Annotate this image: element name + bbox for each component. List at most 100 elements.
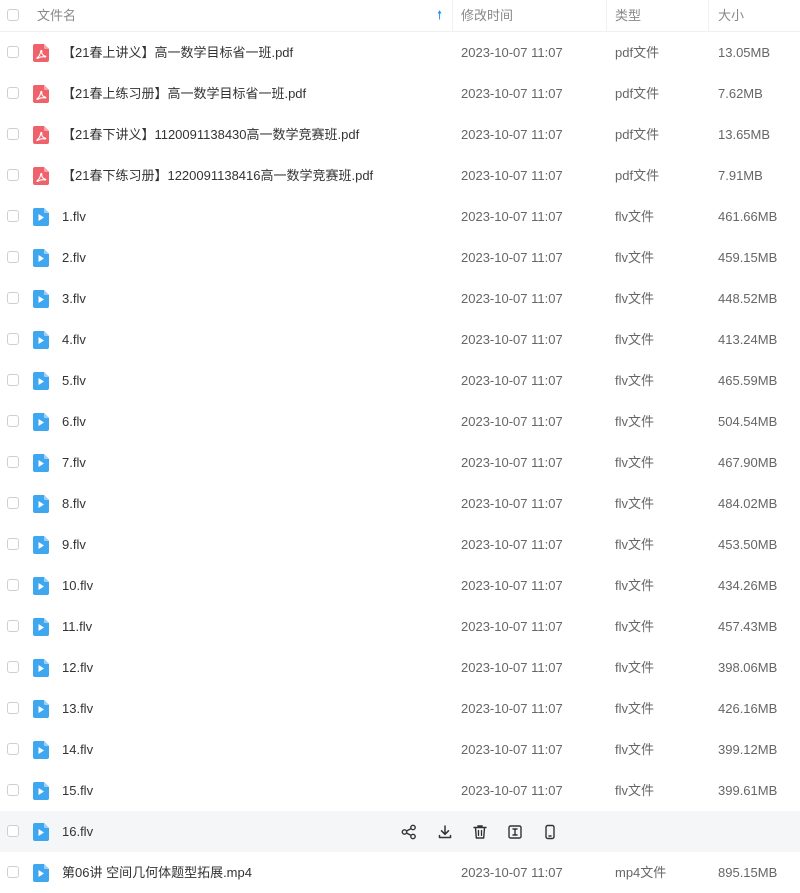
file-type: flv文件 xyxy=(615,619,655,634)
table-row[interactable]: 13.flv 2023-10-07 11:07 flv文件 426.16MB xyxy=(0,688,800,729)
row-checkbox[interactable] xyxy=(7,579,19,591)
file-size: 399.12MB xyxy=(718,742,778,757)
column-header-size[interactable]: 大小 xyxy=(718,0,744,31)
file-name[interactable]: 10.flv xyxy=(62,565,93,606)
pdf-file-icon xyxy=(33,85,49,103)
sort-ascending-arrow-icon[interactable]: 🠕 xyxy=(437,0,442,31)
table-row[interactable]: 9.flv 2023-10-07 11:07 flv文件 453.50MB xyxy=(0,524,800,565)
file-size: 459.15MB xyxy=(718,250,778,265)
video-file-icon xyxy=(33,331,49,349)
column-divider[interactable] xyxy=(452,0,453,31)
pdf-file-icon xyxy=(33,126,49,144)
table-row[interactable]: 11.flv 2023-10-07 11:07 flv文件 457.43MB xyxy=(0,606,800,647)
file-type: flv文件 xyxy=(615,332,655,347)
file-name[interactable]: 7.flv xyxy=(62,442,86,483)
row-checkbox[interactable] xyxy=(7,784,19,796)
file-name[interactable]: 【21春下讲义】1120091138430高一数学竞赛班.pdf xyxy=(62,114,359,155)
file-name[interactable]: 6.flv xyxy=(62,401,86,442)
pdf-file-icon xyxy=(33,167,49,185)
table-row[interactable]: 【21春下练习册】1220091138416高一数学竞赛班.pdf 2023-10… xyxy=(0,155,800,196)
table-row[interactable]: 4.flv 2023-10-07 11:07 flv文件 413.24MB xyxy=(0,319,800,360)
mobile-icon[interactable] xyxy=(541,823,559,841)
video-file-icon xyxy=(33,823,49,841)
file-type: flv文件 xyxy=(615,578,655,593)
table-row[interactable]: 【21春下讲义】1120091138430高一数学竞赛班.pdf 2023-10-… xyxy=(0,114,800,155)
file-size: 504.54MB xyxy=(718,414,778,429)
row-checkbox[interactable] xyxy=(7,743,19,755)
table-row[interactable]: 5.flv 2023-10-07 11:07 flv文件 465.59MB xyxy=(0,360,800,401)
table-row[interactable]: 10.flv 2023-10-07 11:07 flv文件 434.26MB xyxy=(0,565,800,606)
row-checkbox[interactable] xyxy=(7,866,19,878)
table-row[interactable]: 15.flv 2023-10-07 11:07 flv文件 399.61MB xyxy=(0,770,800,811)
file-name[interactable]: 13.flv xyxy=(62,688,93,729)
table-row[interactable]: 6.flv 2023-10-07 11:07 flv文件 504.54MB xyxy=(0,401,800,442)
column-header-name[interactable]: 文件名 xyxy=(37,0,76,31)
file-name[interactable]: 4.flv xyxy=(62,319,86,360)
file-mtime: 2023-10-07 11:07 xyxy=(461,619,563,634)
row-checkbox[interactable] xyxy=(7,456,19,468)
row-checkbox[interactable] xyxy=(7,620,19,632)
file-type: flv文件 xyxy=(615,414,655,429)
file-name[interactable]: 1.flv xyxy=(62,196,86,237)
rename-icon[interactable] xyxy=(506,823,524,841)
file-name[interactable]: 16.flv xyxy=(62,811,93,852)
row-checkbox[interactable] xyxy=(7,825,19,837)
table-row[interactable]: 7.flv 2023-10-07 11:07 flv文件 467.90MB xyxy=(0,442,800,483)
column-header-mtime[interactable]: 修改时间 xyxy=(461,0,513,31)
file-name[interactable]: 15.flv xyxy=(62,770,93,811)
share-icon[interactable] xyxy=(400,823,418,841)
table-row[interactable]: 12.flv 2023-10-07 11:07 flv文件 398.06MB xyxy=(0,647,800,688)
video-file-icon xyxy=(33,372,49,390)
table-row[interactable]: 第06讲 空间几何体题型拓展.mp4 2023-10-07 11:07 mp4文件 8… xyxy=(0,852,800,893)
pdf-file-icon xyxy=(33,44,49,62)
row-checkbox[interactable] xyxy=(7,87,19,99)
table-row[interactable]: 2.flv 2023-10-07 11:07 flv文件 459.15MB xyxy=(0,237,800,278)
download-icon[interactable] xyxy=(436,823,454,841)
table-row[interactable]: 【21春上讲义】高一数学目标省一班.pdf 2023-10-07 11:07 pdf… xyxy=(0,32,800,73)
video-file-icon xyxy=(33,495,49,513)
file-name[interactable]: 5.flv xyxy=(62,360,86,401)
delete-icon[interactable] xyxy=(471,823,489,841)
file-mtime: 2023-10-07 11:07 xyxy=(461,168,563,183)
row-checkbox[interactable] xyxy=(7,292,19,304)
row-checkbox[interactable] xyxy=(7,374,19,386)
file-mtime: 2023-10-07 11:07 xyxy=(461,496,563,511)
column-divider[interactable] xyxy=(708,0,709,31)
file-mtime: 2023-10-07 11:07 xyxy=(461,660,563,675)
table-row[interactable]: 14.flv 2023-10-07 11:07 flv文件 399.12MB xyxy=(0,729,800,770)
row-checkbox[interactable] xyxy=(7,210,19,222)
file-name[interactable]: 11.flv xyxy=(62,606,92,647)
file-name[interactable]: 3.flv xyxy=(62,278,86,319)
column-header-type[interactable]: 类型 xyxy=(615,0,641,31)
row-checkbox[interactable] xyxy=(7,661,19,673)
table-row[interactable]: 16.flv xyxy=(0,811,800,852)
row-checkbox[interactable] xyxy=(7,169,19,181)
file-name[interactable]: 【21春下练习册】1220091138416高一数学竞赛班.pdf xyxy=(62,155,373,196)
table-row[interactable]: 【21春上练习册】高一数学目标省一班.pdf 2023-10-07 11:07 pd… xyxy=(0,73,800,114)
row-checkbox[interactable] xyxy=(7,415,19,427)
file-type: flv文件 xyxy=(615,291,655,306)
file-name[interactable]: 第06讲 空间几何体题型拓展.mp4 xyxy=(62,852,252,893)
table-row[interactable]: 1.flv 2023-10-07 11:07 flv文件 461.66MB xyxy=(0,196,800,237)
row-checkbox[interactable] xyxy=(7,128,19,140)
row-checkbox[interactable] xyxy=(7,497,19,509)
file-name[interactable]: 12.flv xyxy=(62,647,93,688)
row-checkbox[interactable] xyxy=(7,46,19,58)
row-checkbox[interactable] xyxy=(7,702,19,714)
row-checkbox[interactable] xyxy=(7,538,19,550)
row-checkbox[interactable] xyxy=(7,251,19,263)
file-name[interactable]: 14.flv xyxy=(62,729,93,770)
column-divider[interactable] xyxy=(606,0,607,31)
table-row[interactable]: 8.flv 2023-10-07 11:07 flv文件 484.02MB xyxy=(0,483,800,524)
file-name[interactable]: 2.flv xyxy=(62,237,86,278)
file-name[interactable]: 【21春上练习册】高一数学目标省一班.pdf xyxy=(62,73,306,114)
table-row[interactable]: 3.flv 2023-10-07 11:07 flv文件 448.52MB xyxy=(0,278,800,319)
file-name[interactable]: 【21春上讲义】高一数学目标省一班.pdf xyxy=(62,32,293,73)
select-all-checkbox[interactable] xyxy=(7,9,19,21)
file-size: 457.43MB xyxy=(718,619,778,634)
file-name[interactable]: 8.flv xyxy=(62,483,86,524)
row-checkbox[interactable] xyxy=(7,333,19,345)
file-name[interactable]: 9.flv xyxy=(62,524,86,565)
file-size: 7.91MB xyxy=(718,168,763,183)
file-type: pdf文件 xyxy=(615,86,660,101)
